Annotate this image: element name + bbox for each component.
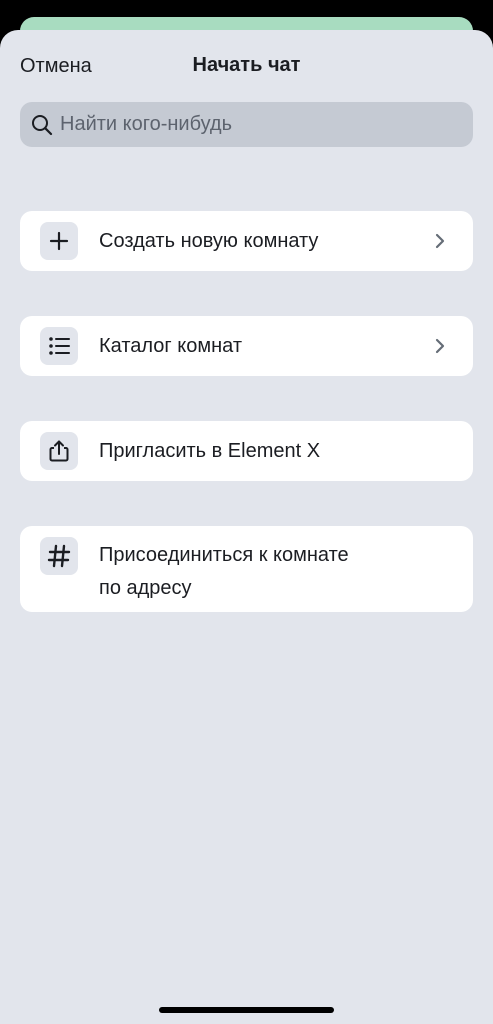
home-indicator: [159, 1007, 334, 1013]
room-directory-label: Каталог комнат: [99, 335, 242, 357]
page-title: Начать чат: [192, 54, 301, 76]
invite-label: Пригласить в Element X: [99, 440, 321, 462]
search-icon: [30, 113, 54, 137]
hash-icon: [40, 537, 78, 575]
join-room-label: Присоединиться к комнате по адресу: [99, 541, 349, 602]
chevron-right-icon: [433, 231, 447, 251]
create-room-label: Создать новую комнату: [99, 230, 319, 252]
chevron-right-icon: [433, 336, 447, 356]
search-field[interactable]: [20, 102, 473, 147]
list-icon: [40, 327, 78, 365]
plus-icon: [40, 222, 78, 260]
invite-item[interactable]: Пригласить в Element X: [20, 421, 473, 481]
share-icon: [40, 432, 78, 470]
navigation-bar: Отмена Начать чат: [0, 30, 493, 100]
create-room-item[interactable]: Создать новую комнату: [20, 211, 473, 271]
room-directory-item[interactable]: Каталог комнат: [20, 316, 473, 376]
join-room-label-line1: Присоединиться к комнате: [99, 544, 349, 566]
start-chat-sheet: Отмена Начать чат Создать новую комнату: [0, 30, 493, 1024]
join-room-by-address-item[interactable]: Присоединиться к комнате по адресу: [20, 526, 473, 612]
join-room-label-line2: по адресу: [99, 577, 192, 599]
search-input[interactable]: [60, 113, 440, 136]
